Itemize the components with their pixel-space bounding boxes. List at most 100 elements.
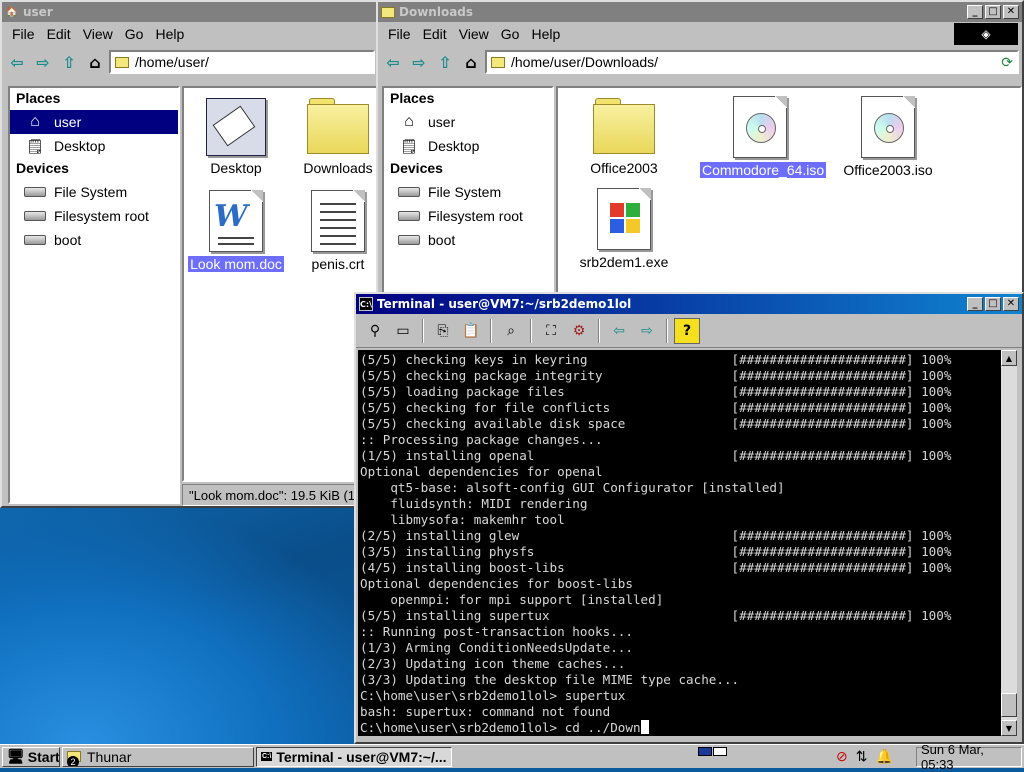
- terminal-line: (5/5) installing supertux [#############…: [360, 608, 952, 623]
- notification-bell-icon[interactable]: 🔔: [875, 748, 892, 765]
- sidebar-item-filesystem-root[interactable]: Filesystem root: [384, 204, 552, 228]
- menu-view[interactable]: View: [77, 26, 119, 42]
- next-tab-icon[interactable]: ⇨: [634, 318, 660, 344]
- sidebar-item-label: File System: [428, 184, 502, 200]
- fullscreen-icon[interactable]: ⛶: [538, 318, 564, 344]
- scroll-down-icon[interactable]: ▼: [1001, 720, 1017, 736]
- sidebar-item-user[interactable]: ⌂ user: [384, 110, 552, 134]
- sidebar-item-label: Filesystem root: [54, 208, 149, 224]
- no-audio-icon[interactable]: ⊘: [836, 748, 848, 765]
- sidebar-item-user[interactable]: ⌂ user: [10, 110, 178, 134]
- maximize-button[interactable]: □: [985, 297, 1001, 311]
- scroll-up-icon[interactable]: ▲: [1001, 350, 1017, 366]
- home-icon: ⌂: [30, 113, 40, 130]
- file-item-office2003[interactable]: Office2003: [574, 98, 674, 176]
- new-tab-icon[interactable]: ⚲: [362, 318, 388, 344]
- terminal-output[interactable]: (5/5) checking keys in keyring [########…: [358, 350, 1001, 736]
- up-arrow-icon[interactable]: ⇧: [433, 50, 457, 74]
- title-bar[interactable]: Downloads _ □ ✕: [378, 2, 1022, 22]
- file-item-desktop[interactable]: Desktop: [186, 98, 286, 176]
- sidebar-item-desktop[interactable]: 🗒 Desktop: [384, 134, 552, 158]
- terminal-prompt: C:\home\user\srb2demo1lol> cd ../Down: [360, 720, 641, 735]
- file-item-commodore-64-iso[interactable]: Commodore_64.iso: [700, 96, 827, 178]
- title-bar[interactable]: C:\ Terminal - user@VM7:~/srb2demo1lol _…: [356, 294, 1022, 314]
- workspace-switcher[interactable]: [698, 747, 727, 756]
- text-cursor: [640, 720, 649, 734]
- menu-go[interactable]: Go: [495, 26, 526, 42]
- paste-icon[interactable]: 📋: [458, 318, 484, 344]
- sidebar-item-desktop[interactable]: 🗒 Desktop: [10, 134, 178, 158]
- home-icon[interactable]: ⌂: [459, 50, 483, 74]
- tray-icons: ⊘ ⇅ 🔔: [836, 748, 893, 765]
- file-item-downloads[interactable]: Downloads: [288, 98, 378, 176]
- toolbar-separator: [666, 318, 668, 343]
- maximize-button[interactable]: □: [985, 5, 1001, 19]
- up-arrow-icon[interactable]: ⇧: [57, 50, 81, 74]
- workspace-1[interactable]: [698, 747, 712, 756]
- help-icon[interactable]: ?: [674, 317, 700, 344]
- close-button[interactable]: ✕: [1003, 5, 1019, 19]
- places-header: Places: [16, 90, 61, 106]
- network-icon[interactable]: ⇅: [856, 748, 868, 765]
- copy-icon[interactable]: ⎘: [430, 318, 456, 344]
- scrollbar-thumb[interactable]: [1001, 693, 1017, 717]
- terminal-line: (4/5) installing boost-libs [###########…: [360, 560, 952, 575]
- clock[interactable]: Sun 6 Mar, 05:33: [916, 742, 1022, 772]
- forward-arrow-icon[interactable]: ⇨: [31, 50, 55, 74]
- previous-tab-icon[interactable]: ⇦: [606, 318, 632, 344]
- file-item-office2003-iso[interactable]: Office2003.iso: [828, 96, 948, 178]
- sidebar-item-label: File System: [54, 184, 128, 200]
- settings-icon[interactable]: ⚙: [566, 318, 592, 344]
- task-label: Thunar: [87, 748, 132, 765]
- minimize-button[interactable]: _: [967, 297, 983, 311]
- workspace-2[interactable]: [713, 747, 727, 756]
- menu-edit[interactable]: Edit: [417, 26, 453, 42]
- toolbar-separator: [530, 318, 532, 343]
- forward-arrow-icon[interactable]: ⇨: [407, 50, 431, 74]
- terminal-scrollbar[interactable]: ▲ ▼: [1001, 350, 1017, 736]
- drive-icon: [398, 207, 420, 225]
- sidebar-item-file-system[interactable]: File System: [384, 180, 552, 204]
- menu-help[interactable]: Help: [149, 26, 190, 42]
- path-input[interactable]: /home/user/Downloads/ ⟳: [485, 50, 1019, 74]
- minimize-button[interactable]: _: [967, 5, 983, 19]
- toolbar-separator: [422, 318, 424, 343]
- close-button[interactable]: ✕: [1003, 297, 1019, 311]
- file-item-penis-crt[interactable]: penis.crt: [288, 190, 378, 272]
- sidebar-item-boot[interactable]: boot: [10, 228, 178, 252]
- sidebar-item-label: user: [428, 114, 456, 130]
- terminal-line: C:\home\user\srb2demo1lol> supertux: [360, 688, 626, 703]
- toolbar-separator: [490, 318, 492, 343]
- start-button[interactable]: 🖥 Start: [2, 746, 60, 767]
- sidebar-item-filesystem-root[interactable]: Filesystem root: [10, 204, 178, 228]
- refresh-icon[interactable]: ⟳: [1001, 54, 1013, 71]
- task-terminal[interactable]: C:\ Terminal - user@VM7:~/...: [256, 746, 452, 767]
- menu-edit[interactable]: Edit: [41, 26, 77, 42]
- devices-header: Devices: [16, 160, 69, 176]
- task-thunar[interactable]: Thunar 2: [62, 746, 254, 767]
- menu-go[interactable]: Go: [119, 26, 150, 42]
- disc-image-icon: [733, 96, 787, 158]
- home-icon[interactable]: ⌂: [83, 50, 107, 74]
- back-arrow-icon[interactable]: ⇦: [381, 50, 405, 74]
- desktop-icon: 🗒: [400, 137, 418, 154]
- menu-file[interactable]: File: [6, 26, 41, 42]
- home-icon: ⌂: [404, 113, 414, 130]
- menu-view[interactable]: View: [453, 26, 495, 42]
- menu-file[interactable]: File: [382, 26, 417, 42]
- file-item-look-mom-doc[interactable]: W Look mom.doc: [186, 190, 286, 272]
- file-item-srb2dem1-exe[interactable]: srb2dem1.exe: [574, 188, 674, 270]
- location-bar: ⇦ ⇨ ⇧ ⌂ /home/user/: [2, 46, 378, 78]
- find-binoculars-icon[interactable]: ⌕: [498, 318, 524, 344]
- path-input[interactable]: /home/user/: [109, 50, 375, 74]
- terminal-line: (2/5) installing glew [#################…: [360, 528, 952, 543]
- menu-help[interactable]: Help: [525, 26, 566, 42]
- sidebar-item-file-system[interactable]: File System: [10, 180, 178, 204]
- title-bar[interactable]: 🏠 user: [2, 2, 378, 22]
- window-title: user: [23, 5, 53, 19]
- sidebar-item-boot[interactable]: boot: [384, 228, 552, 252]
- back-arrow-icon[interactable]: ⇦: [5, 50, 29, 74]
- terminal-line: bash: supertux: command not found: [360, 704, 611, 719]
- new-window-icon[interactable]: ▭: [390, 318, 416, 344]
- file-label: Office2003.iso: [843, 162, 933, 178]
